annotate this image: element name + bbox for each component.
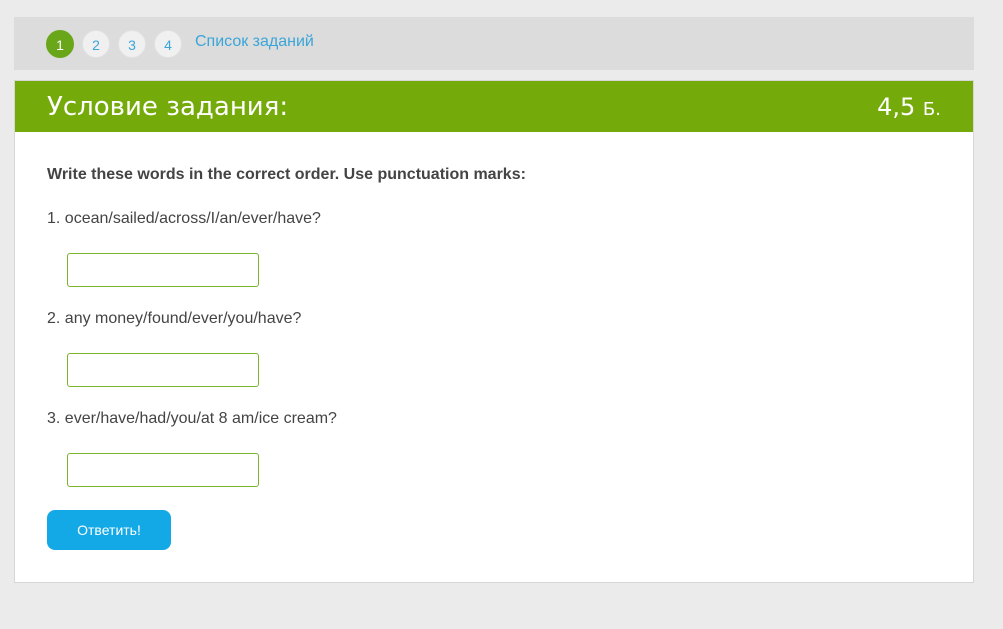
task-title: Условие задания: — [47, 92, 289, 122]
submit-answer-button[interactable]: Ответить! — [47, 510, 171, 550]
task-instruction: Write these words in the correct order. … — [47, 166, 526, 183]
step-2-button[interactable]: 2 — [82, 30, 110, 58]
score-unit: Б. — [922, 99, 941, 120]
question-3-text: 3. ever/have/had/you/at 8 am/ice cream? — [47, 410, 337, 427]
answer-2-input[interactable] — [67, 353, 259, 387]
task-list-link[interactable]: Список заданий — [195, 33, 314, 51]
question-1-text: 1. ocean/sailed/across/I/an/ever/have? — [47, 210, 321, 227]
step-1-button[interactable]: 1 — [46, 30, 74, 58]
task-panel: Условие задания: 4,5 Б. Write these word… — [14, 80, 974, 583]
step-4-button[interactable]: 4 — [154, 30, 182, 58]
answer-3-input[interactable] — [67, 453, 259, 487]
question-2-text: 2. any money/found/ever/you/have? — [47, 310, 302, 327]
answer-1-input[interactable] — [67, 253, 259, 287]
task-score: 4,5 Б. — [877, 93, 941, 121]
task-header: Условие задания: 4,5 Б. — [15, 81, 973, 132]
score-value: 4,5 — [877, 93, 916, 121]
task-navigation-bar: 1 2 3 4 Список заданий — [14, 17, 974, 70]
step-3-button[interactable]: 3 — [118, 30, 146, 58]
